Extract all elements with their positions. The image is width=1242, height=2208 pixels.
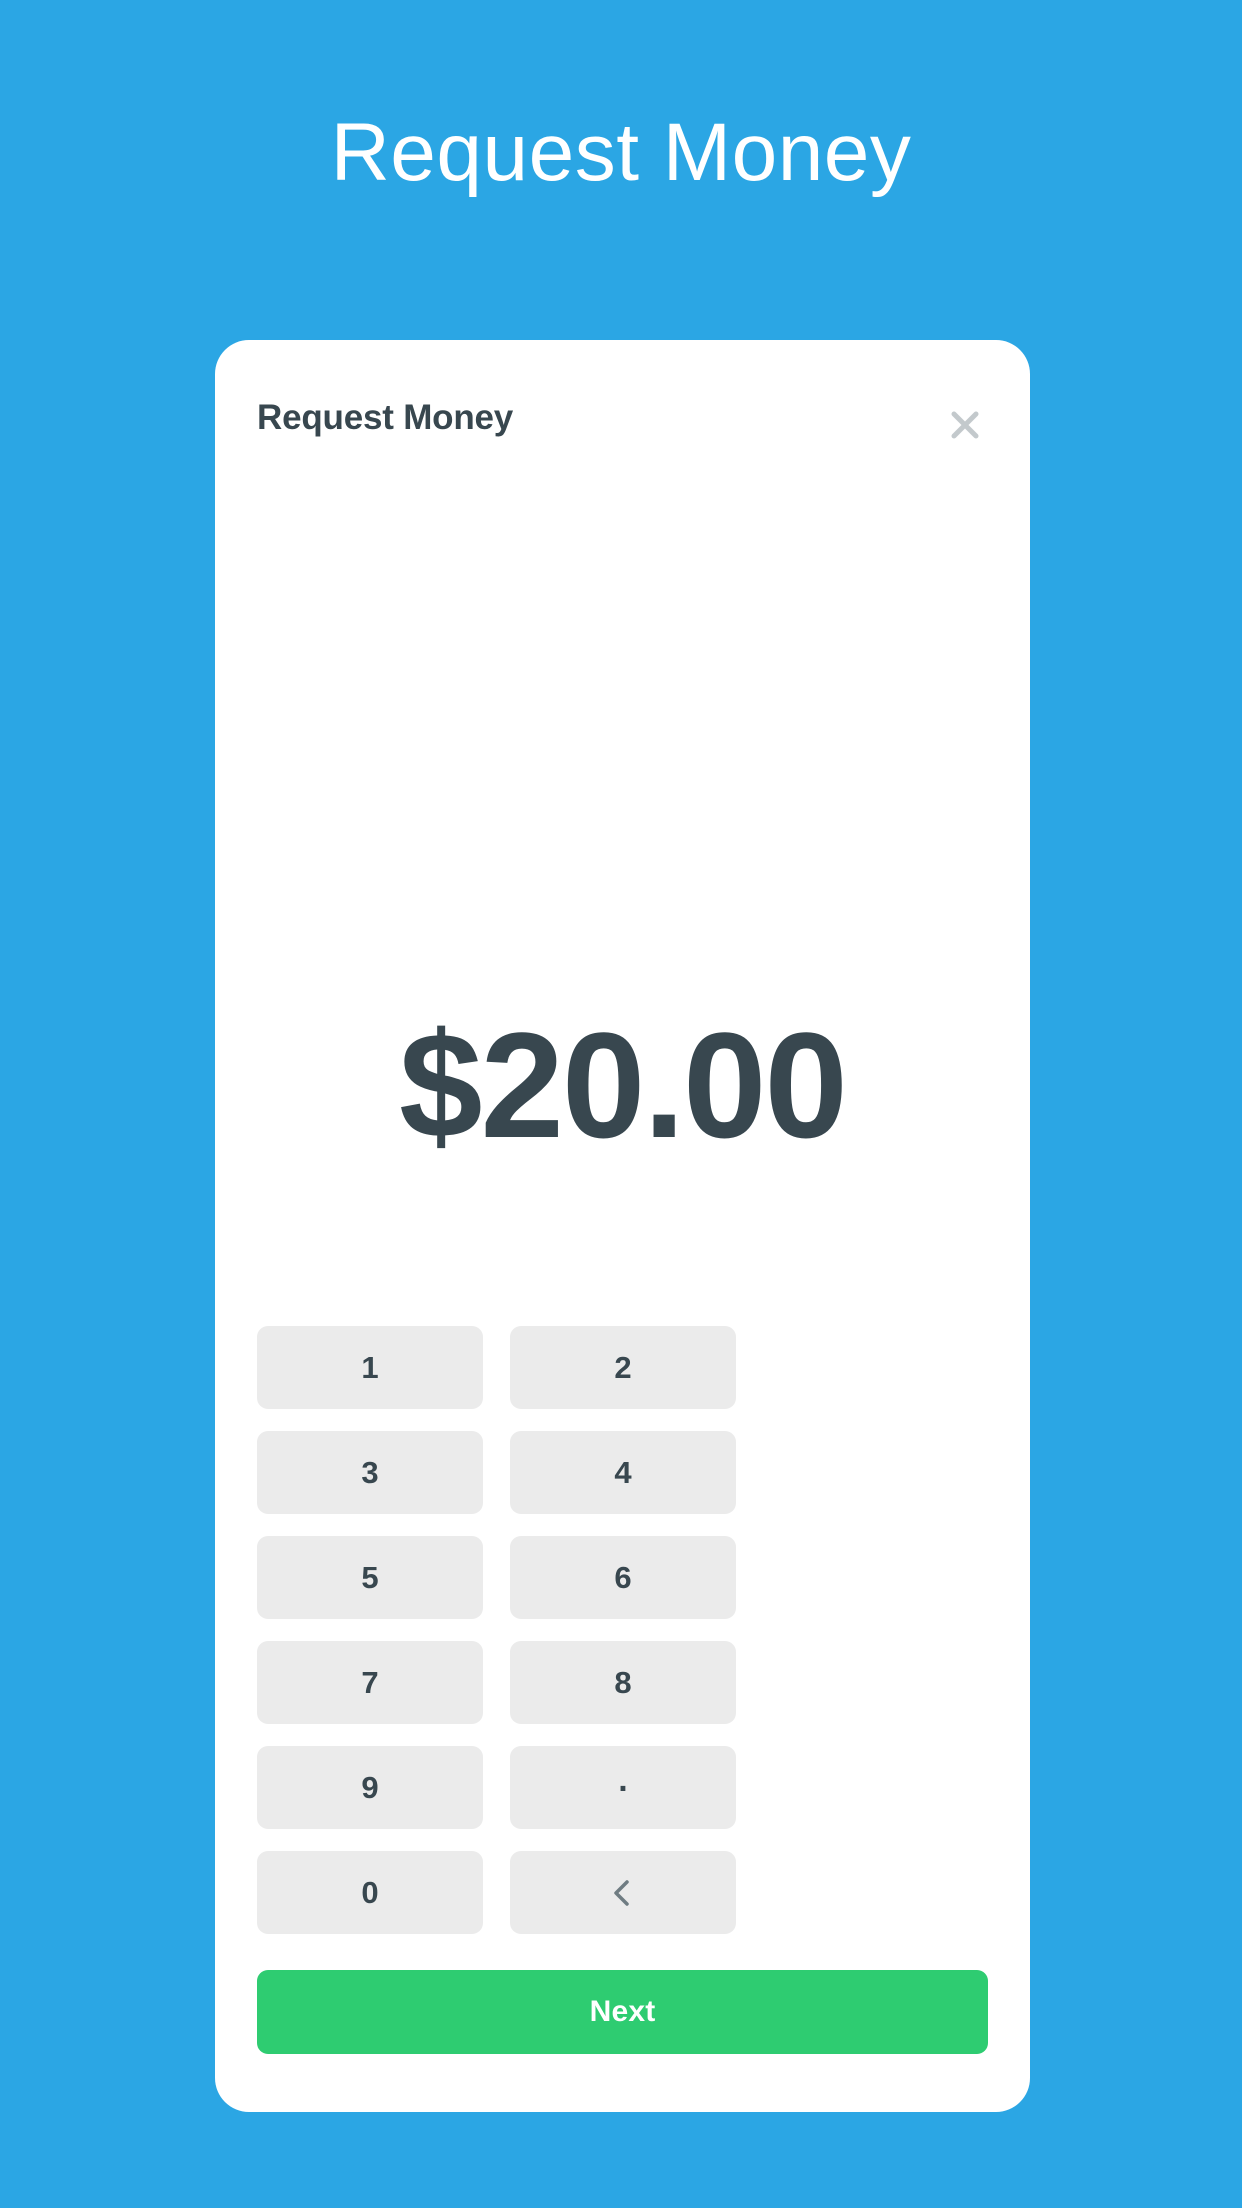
request-money-card: Request Money $20.00 1 2 3 4 5 6 7 8 9 .… bbox=[215, 340, 1030, 2112]
keypad-key-5[interactable]: 5 bbox=[257, 1536, 483, 1619]
keypad-key-9[interactable]: 9 bbox=[257, 1746, 483, 1829]
keypad-key-2[interactable]: 2 bbox=[510, 1326, 736, 1409]
keypad-key-4[interactable]: 4 bbox=[510, 1431, 736, 1514]
keypad-key-8[interactable]: 8 bbox=[510, 1641, 736, 1724]
keypad-key-3[interactable]: 3 bbox=[257, 1431, 483, 1514]
card-title: Request Money bbox=[257, 398, 514, 437]
close-button[interactable] bbox=[930, 390, 1000, 460]
keypad-key-7[interactable]: 7 bbox=[257, 1641, 483, 1724]
next-button[interactable]: Next bbox=[257, 1970, 988, 2054]
close-icon bbox=[945, 405, 985, 445]
request-money-screen: { "page": { "title": "Request Money", "b… bbox=[0, 0, 1242, 2208]
keypad-key-decimal[interactable]: . bbox=[510, 1746, 736, 1829]
keypad-key-0[interactable]: 0 bbox=[257, 1851, 483, 1934]
keypad-key-backspace[interactable] bbox=[510, 1851, 736, 1934]
card-header: Request Money bbox=[215, 340, 1030, 480]
page-title: Request Money bbox=[330, 107, 912, 198]
chevron-left-icon bbox=[606, 1876, 640, 1910]
numeric-keypad: 1 2 3 4 5 6 7 8 9 . 0 bbox=[257, 1326, 988, 1934]
keypad-key-6[interactable]: 6 bbox=[510, 1536, 736, 1619]
amount-value: $20.00 bbox=[399, 1001, 848, 1169]
keypad-key-1[interactable]: 1 bbox=[257, 1326, 483, 1409]
